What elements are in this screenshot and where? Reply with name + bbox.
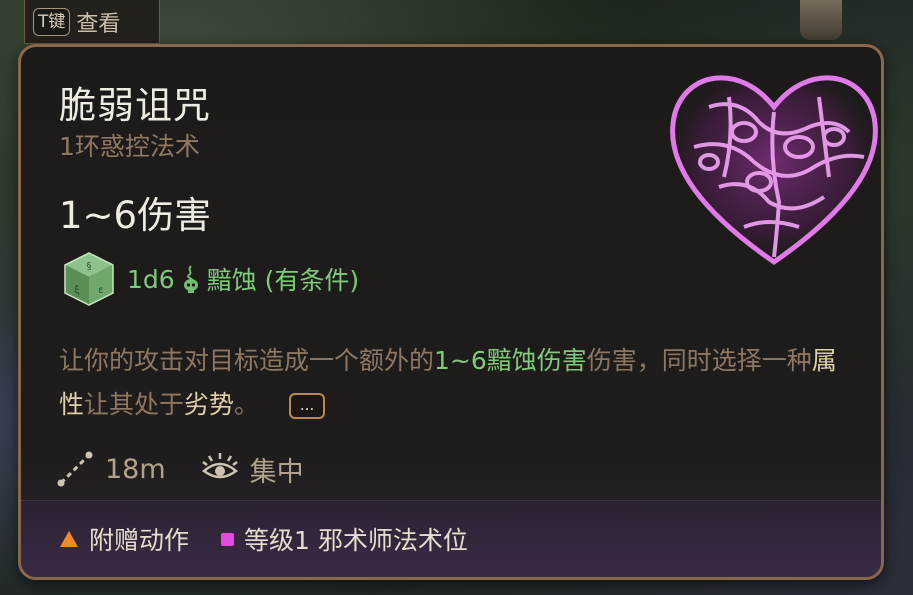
desc-damage-highlight[interactable]: 1~6黯蚀伤害 — [434, 346, 587, 375]
spell-school-level: 1环惑控法术 — [59, 132, 200, 161]
spell-tooltip-card: 脆弱诅咒 1环惑控法术 1~6伤害 § ξ ε 1d6 黯蚀 (有条件) 让你的… — [18, 44, 884, 580]
bonus-action-triangle-icon — [60, 531, 78, 547]
d6-dice-icon: § ξ ε — [64, 252, 114, 306]
background-scroll-handle — [800, 0, 842, 40]
spell-slot-square-icon — [221, 532, 235, 546]
dice-notation: 1d6 — [127, 264, 175, 294]
svg-text:§: § — [87, 261, 92, 272]
desc-text: 伤害，同时选择一种 — [586, 346, 812, 375]
desc-text: 。 — [234, 390, 260, 419]
examine-label: 查看 — [76, 11, 121, 37]
desc-text: 让你的攻击对目标造成一个额外的 — [59, 346, 435, 375]
examine-hint-tab[interactable]: T键 查看 — [24, 0, 160, 44]
concentration-eye-icon — [201, 453, 238, 479]
keybind-badge: T键 — [33, 7, 71, 36]
svg-text:ε: ε — [98, 285, 103, 296]
spell-description: 让你的攻击对目标造成一个额外的1~6黯蚀伤害伤害，同时选择一种属性让其处于劣势。… — [59, 339, 849, 427]
damage-roll-row: § ξ ε 1d6 黯蚀 (有条件) — [59, 249, 359, 309]
roll-text: 1d6 黯蚀 (有条件) — [127, 261, 359, 297]
spell-slot-label: 等级1 邪术师法术位 — [244, 526, 468, 555]
more-info-button[interactable]: ... — [289, 393, 326, 419]
svg-text:ξ: ξ — [74, 285, 80, 296]
damage-headline: 1~6伤害 — [59, 194, 212, 237]
necrotic-skull-icon — [183, 265, 198, 293]
range-icon — [57, 451, 93, 487]
desc-disadvantage-link[interactable]: 劣势 — [184, 390, 234, 419]
spell-title: 脆弱诅咒 — [59, 84, 211, 127]
spell-art-cracked-heart-icon — [670, 75, 878, 266]
action-cost-label: 附赠动作 — [89, 526, 190, 555]
spell-cost-footer: 附赠动作 等级1 邪术师法术位 — [21, 500, 881, 577]
spell-stats-row: 18m 集中 — [55, 449, 304, 489]
range-value: 18m — [105, 453, 166, 485]
concentration-label: 集中 — [249, 456, 304, 488]
damage-type-label: 黯蚀 (有条件) — [206, 266, 360, 295]
desc-text: 让其处于 — [84, 390, 185, 419]
